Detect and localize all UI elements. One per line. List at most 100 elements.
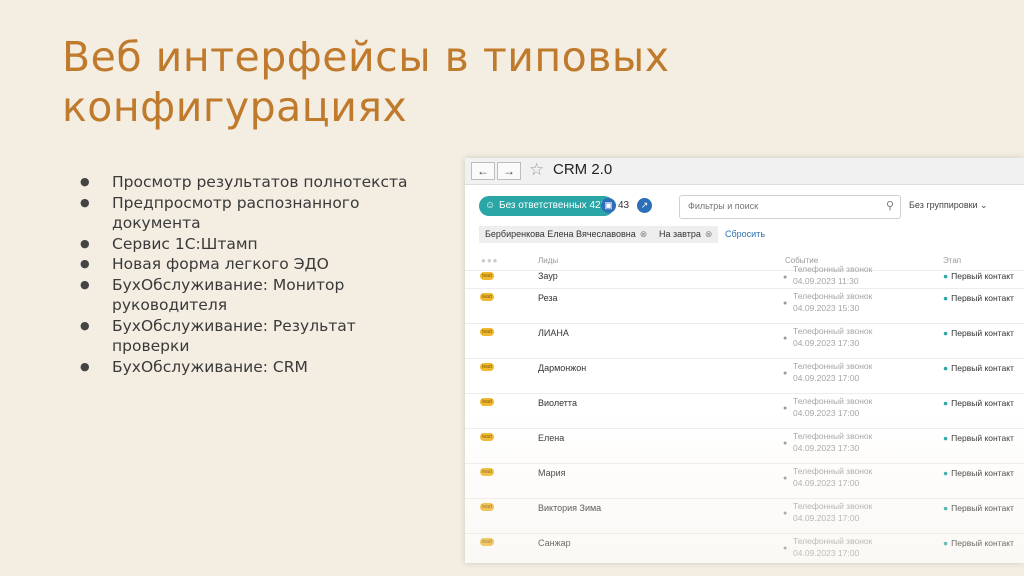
- stage-label: Первый контакт: [951, 503, 1014, 513]
- bullet-item: Просмотр результатов полнотекста: [76, 172, 436, 193]
- remove-chip-icon[interactable]: ⊗: [705, 229, 713, 239]
- grouping-select[interactable]: Без группировки ⌄: [909, 200, 988, 211]
- slide-title: Веб интерфейсы в типовых конфигурациях: [62, 32, 670, 132]
- event-date: 04.09.2023 17:00: [793, 408, 860, 418]
- lead-badge-icon: lead: [480, 398, 494, 406]
- event-date: 04.09.2023 17:00: [793, 373, 860, 383]
- filter-chip-responsible[interactable]: Бербиренкова Елена Вячеславовна ⊗: [479, 226, 654, 243]
- table-row[interactable]: lead Заур ● Телефонный звонок 04.09.2023…: [465, 264, 1024, 289]
- stage-label: Первый контакт: [951, 398, 1014, 408]
- event-date: 04.09.2023 17:00: [793, 548, 860, 558]
- table-header: ●●● Лиды Событие Этап: [465, 254, 1024, 271]
- lead-stage: ● Первый контакт: [943, 293, 1014, 303]
- lead-name: Виолетта: [538, 398, 577, 408]
- lead-stage: ● Первый контакт: [943, 363, 1014, 373]
- table-row[interactable]: lead Мария ● Телефонный звонок 04.09.202…: [465, 464, 1024, 499]
- event-date: 04.09.2023 17:00: [793, 478, 860, 488]
- lead-badge-icon: lead: [480, 503, 494, 511]
- reset-filters-link[interactable]: Сбросить: [725, 229, 765, 239]
- table-row[interactable]: lead Елена ● Телефонный звонок 04.09.202…: [465, 429, 1024, 464]
- event-date: 04.09.2023 17:30: [793, 443, 860, 453]
- filter-pill-label: Без ответственных 428: [499, 200, 607, 211]
- stage-label: Первый контакт: [951, 468, 1014, 478]
- event-date: 04.09.2023 17:00: [793, 513, 860, 523]
- slide-title-line-2: конфигурациях: [62, 83, 408, 131]
- forward-arrow-icon[interactable]: →: [497, 162, 521, 180]
- table-row[interactable]: lead Санжар ● Телефонный звонок 04.09.20…: [465, 534, 1024, 563]
- search-box[interactable]: ⚲: [679, 195, 901, 219]
- event-dot-icon: ●: [783, 405, 788, 412]
- event-date: 04.09.2023 17:30: [793, 338, 860, 348]
- bullet-item: БухОбслуживание: Монитор руководителя: [76, 275, 436, 316]
- lead-name: Заур: [538, 271, 558, 281]
- table-row[interactable]: lead Виолетта ● Телефонный звонок 04.09.…: [465, 394, 1024, 429]
- lead-badge-icon: lead: [480, 433, 494, 441]
- remove-chip-icon[interactable]: ⊗: [640, 229, 648, 239]
- event-date: 04.09.2023 15:30: [793, 303, 860, 313]
- event-dot-icon: ●: [783, 335, 788, 342]
- row-select-icons[interactable]: ●●●: [481, 256, 499, 265]
- slide-title-line-1: Веб интерфейсы в типовых: [62, 33, 670, 81]
- search-icon[interactable]: ⚲: [886, 199, 894, 212]
- lead-name: Дармонжон: [538, 363, 587, 373]
- calendar-icon[interactable]: ▣: [601, 198, 616, 213]
- lead-name: Виктория Зима: [538, 503, 602, 513]
- table-row[interactable]: lead Реза ● Телефонный звонок 04.09.2023…: [465, 289, 1024, 324]
- event-type: Телефонный звонок: [793, 431, 873, 441]
- lead-stage: ● Первый контакт: [943, 503, 1014, 513]
- active-filters: Бербиренкова Елена Вячеславовна ⊗ На завт…: [479, 226, 1024, 244]
- back-arrow-icon[interactable]: ←: [471, 162, 495, 180]
- bullet-item: Сервис 1С:Штамп: [76, 234, 436, 255]
- crm-screenshot: ← → ☆ CRM 2.0 ☺ Без ответственных 428 ▣ …: [465, 158, 1024, 563]
- event-type: Телефонный звонок: [793, 291, 873, 301]
- table-row[interactable]: lead Виктория Зима ● Телефонный звонок 0…: [465, 499, 1024, 534]
- table-row[interactable]: lead Дармонжон ● Телефонный звонок 04.09…: [465, 359, 1024, 394]
- event-dot-icon: ●: [783, 475, 788, 482]
- bullet-item: Предпросмотр распознанного документа: [76, 193, 436, 234]
- star-icon[interactable]: ☆: [529, 160, 544, 180]
- bullet-item: Новая форма легкого ЭДО: [76, 254, 436, 275]
- event-type: Телефонный звонок: [793, 326, 873, 336]
- leads-table: lead Заур ● Телефонный звонок 04.09.2023…: [465, 264, 1024, 563]
- event-dot-icon: ●: [783, 300, 788, 307]
- column-header-leads[interactable]: Лиды: [538, 256, 558, 265]
- lead-badge-icon: lead: [480, 328, 494, 336]
- lead-badge-icon: lead: [480, 363, 494, 371]
- external-link-icon[interactable]: ↗: [637, 198, 652, 213]
- stage-label: Первый контакт: [951, 328, 1014, 338]
- lead-stage: ● Первый контакт: [943, 271, 1014, 281]
- stage-label: Первый контакт: [951, 363, 1014, 373]
- lead-stage: ● Первый контакт: [943, 398, 1014, 408]
- event-type: Телефонный звонок: [793, 501, 873, 511]
- event-dot-icon: ●: [783, 545, 788, 552]
- event-type: Телефонный звонок: [793, 361, 873, 371]
- event-type: Телефонный звонок: [793, 396, 873, 406]
- stage-label: Первый контакт: [951, 538, 1014, 548]
- lead-name: Мария: [538, 468, 566, 478]
- event-type: Телефонный звонок: [793, 536, 873, 546]
- column-header-stage[interactable]: Этап: [943, 256, 961, 265]
- bullet-list: Просмотр результатов полнотекста Предпро…: [76, 172, 436, 377]
- search-input[interactable]: [680, 196, 876, 216]
- event-type: Телефонный звонок: [793, 466, 873, 476]
- filter-chip-tomorrow[interactable]: На завтра ⊗: [653, 226, 719, 243]
- event-dot-icon: ●: [783, 274, 788, 281]
- lead-stage: ● Первый контакт: [943, 538, 1014, 548]
- event-dot-icon: ●: [783, 440, 788, 447]
- stage-label: Первый контакт: [951, 433, 1014, 443]
- stage-label: Первый контакт: [951, 271, 1014, 281]
- task-count: 43: [618, 200, 630, 211]
- table-row[interactable]: lead ЛИАНА ● Телефонный звонок 04.09.202…: [465, 324, 1024, 359]
- no-responsible-filter-button[interactable]: ☺ Без ответственных 428: [479, 196, 615, 216]
- chip-label: На завтра: [659, 229, 701, 239]
- lead-stage: ● Первый контакт: [943, 328, 1014, 338]
- chip-label: Бербиренкова Елена Вячеславовна: [485, 229, 636, 239]
- bullet-item: БухОбслуживание: Результат проверки: [76, 316, 436, 357]
- stage-label: Первый контакт: [951, 293, 1014, 303]
- lead-name: Елена: [538, 433, 565, 443]
- lead-badge-icon: lead: [480, 272, 494, 280]
- event-dot-icon: ●: [783, 510, 788, 517]
- user-icon: ☺: [485, 200, 496, 211]
- crm-header: ← → ☆ CRM 2.0: [465, 158, 1024, 185]
- lead-name: ЛИАНА: [538, 328, 569, 338]
